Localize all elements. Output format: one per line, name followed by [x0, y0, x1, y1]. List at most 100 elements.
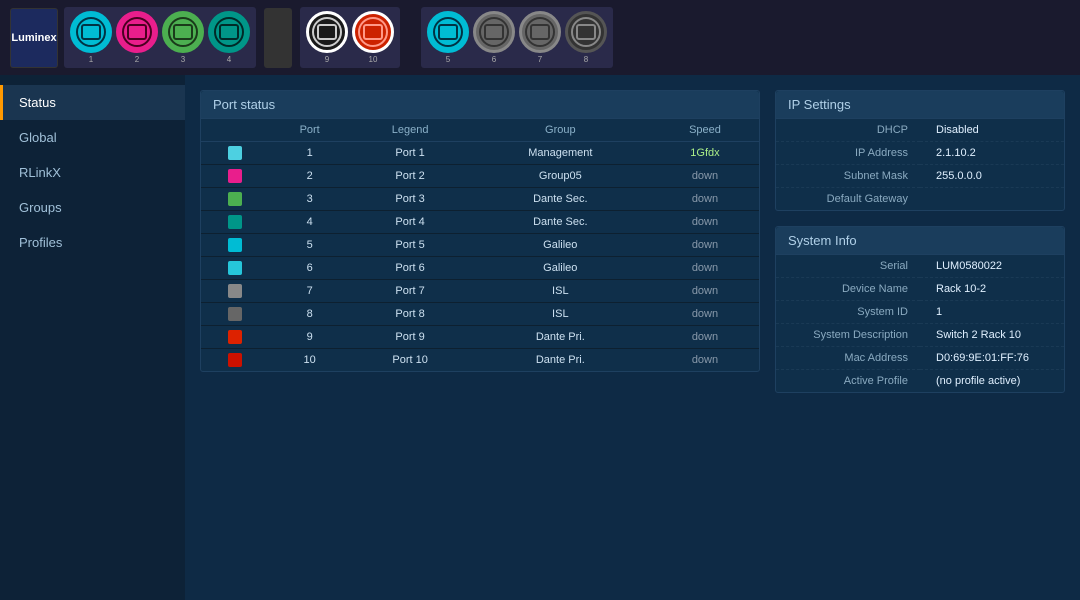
port-2-icon — [116, 11, 158, 53]
port-number: 1 — [269, 142, 351, 165]
port-group: ISL — [470, 280, 651, 303]
port-3-icon — [162, 11, 204, 53]
port-group: Galileo — [470, 257, 651, 280]
port-color-cell — [201, 349, 269, 372]
system-label: System Description — [776, 324, 920, 347]
system-value: Switch 2 Rack 10 — [920, 324, 1064, 347]
table-row: 10 Port 10 Dante Pri. down — [201, 349, 759, 372]
port-group: Dante Sec. — [470, 188, 651, 211]
port-legend: Port 1 — [351, 142, 470, 165]
top-bar: Luminex 1 2 3 4 — [0, 0, 1080, 75]
port-group: Galileo — [470, 234, 651, 257]
port-speed: down — [651, 280, 759, 303]
port-table: Port Legend Group Speed 1 Port 1 Managem… — [201, 119, 759, 371]
port-8-right[interactable]: 8 — [565, 11, 607, 64]
port-number: 7 — [269, 280, 351, 303]
system-label: Device Name — [776, 278, 920, 301]
port-group: Dante Sec. — [470, 211, 651, 234]
table-row: 8 Port 8 ISL down — [201, 303, 759, 326]
port-legend: Port 7 — [351, 280, 470, 303]
port-speed: down — [651, 234, 759, 257]
port-legend: Port 2 — [351, 165, 470, 188]
system-table: Serial LUM0580022 Device Name Rack 10-2 … — [776, 255, 1064, 392]
table-row: 9 Port 9 Dante Pri. down — [201, 326, 759, 349]
port-color-cell — [201, 165, 269, 188]
ip-row: DHCP Disabled — [776, 119, 1064, 142]
system-row: Mac Address D0:69:9E:01:FF:76 — [776, 347, 1064, 370]
port-color-cell — [201, 280, 269, 303]
port-number: 9 — [269, 326, 351, 349]
system-row: Active Profile (no profile active) — [776, 370, 1064, 393]
port-legend: Port 10 — [351, 349, 470, 372]
ip-label: DHCP — [776, 119, 920, 142]
port-color-cell — [201, 142, 269, 165]
sidebar-item-profiles[interactable]: Profiles — [0, 225, 185, 260]
port-1[interactable]: 1 — [70, 11, 112, 64]
ip-settings-panel: IP Settings DHCP Disabled IP Address 2.1… — [775, 90, 1065, 211]
port-status-header: Port status — [201, 91, 759, 119]
system-value: Rack 10-2 — [920, 278, 1064, 301]
system-row: Device Name Rack 10-2 — [776, 278, 1064, 301]
port-number: 8 — [269, 303, 351, 326]
port-group-selected: 9 10 — [300, 7, 400, 68]
port-10[interactable]: 10 — [352, 11, 394, 64]
ip-value: 255.0.0.0 — [920, 165, 1064, 188]
port-7-right[interactable]: 7 — [519, 11, 561, 64]
port-speed: down — [651, 211, 759, 234]
port-3[interactable]: 3 — [162, 11, 204, 64]
port-7-icon — [519, 11, 561, 53]
content-area: Port status Port Legend Group Speed — [185, 75, 1080, 600]
port-legend: Port 9 — [351, 326, 470, 349]
port-group: Dante Pri. — [470, 326, 651, 349]
port-group-right: 5 6 7 8 — [421, 7, 613, 68]
port-5-right[interactable]: 5 — [427, 11, 469, 64]
port-6-right[interactable]: 6 — [473, 11, 515, 64]
sidebar-item-global[interactable]: Global — [0, 120, 185, 155]
port-status-panel: Port status Port Legend Group Speed — [200, 90, 760, 372]
table-row: 7 Port 7 ISL down — [201, 280, 759, 303]
port-color-cell — [201, 211, 269, 234]
port-number: 6 — [269, 257, 351, 280]
sidebar-item-rlinkx[interactable]: RLinkX — [0, 155, 185, 190]
table-row: 1 Port 1 Management 1Gfdx — [201, 142, 759, 165]
port-number: 5 — [269, 234, 351, 257]
port-4[interactable]: 4 — [208, 11, 250, 64]
luminex-logo: Luminex — [10, 8, 58, 68]
port-9[interactable]: 9 — [306, 11, 348, 64]
port-6-icon — [473, 11, 515, 53]
port-9-icon — [306, 11, 348, 53]
port-8-icon — [565, 11, 607, 53]
system-value: (no profile active) — [920, 370, 1064, 393]
port-group: ISL — [470, 303, 651, 326]
col-group: Group — [470, 119, 651, 142]
port-group: Management — [470, 142, 651, 165]
ip-label: Subnet Mask — [776, 165, 920, 188]
port-speed: down — [651, 349, 759, 372]
ip-table: DHCP Disabled IP Address 2.1.10.2 Subnet… — [776, 119, 1064, 210]
port-speed: down — [651, 303, 759, 326]
sidebar-item-status[interactable]: Status — [0, 85, 185, 120]
port-color-cell — [201, 188, 269, 211]
port-legend: Port 4 — [351, 211, 470, 234]
ip-label: Default Gateway — [776, 188, 920, 211]
table-row: 3 Port 3 Dante Sec. down — [201, 188, 759, 211]
port-speed: down — [651, 326, 759, 349]
left-column: Port status Port Legend Group Speed — [200, 90, 760, 585]
ip-row: Default Gateway — [776, 188, 1064, 211]
port-color-cell — [201, 234, 269, 257]
port-number: 2 — [269, 165, 351, 188]
port-2[interactable]: 2 — [116, 11, 158, 64]
ip-row: IP Address 2.1.10.2 — [776, 142, 1064, 165]
col-port: Port — [269, 119, 351, 142]
port-speed: 1Gfdx — [651, 142, 759, 165]
col-color — [201, 119, 269, 142]
port-10-icon — [352, 11, 394, 53]
system-value: 1 — [920, 301, 1064, 324]
port-color-cell — [201, 257, 269, 280]
system-value: D0:69:9E:01:FF:76 — [920, 347, 1064, 370]
sidebar-item-groups[interactable]: Groups — [0, 190, 185, 225]
col-legend: Legend — [351, 119, 470, 142]
system-label: Serial — [776, 255, 920, 278]
port-color-cell — [201, 303, 269, 326]
port-5-icon — [427, 11, 469, 53]
